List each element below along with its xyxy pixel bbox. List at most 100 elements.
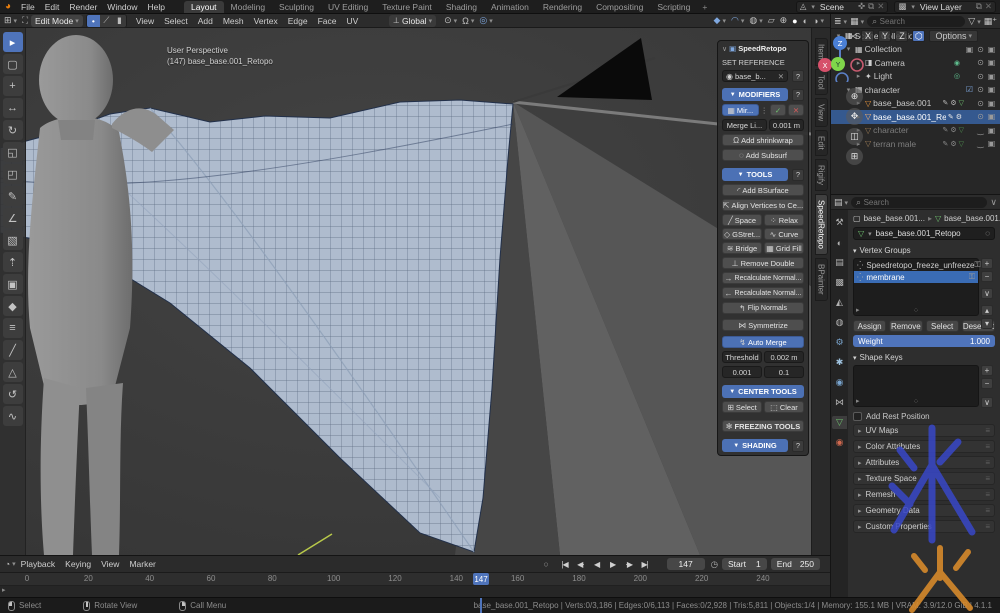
hide-viewport-toggle[interactable]: ⊙ <box>975 112 986 121</box>
move-group-up-button[interactable]: ▴ <box>981 305 993 316</box>
timeline-track[interactable]: ▸ <box>0 586 830 597</box>
blender-logo-icon[interactable]: ◕ <box>5 1 11 12</box>
view-layer-selector[interactable]: ▩▾ View Layer ⧉ ✕ <box>894 1 996 13</box>
shading-header-button[interactable]: ▼SHADING <box>722 439 788 452</box>
vertex-group-name[interactable]: Speedretopo_freeze_unfreeze <box>866 261 974 270</box>
symmetrize-button[interactable]: ⋈Symmetrize <box>722 319 804 331</box>
fake-user-icon[interactable]: ◌ <box>985 229 990 238</box>
list-filter-icon[interactable]: ▸ <box>856 397 860 405</box>
workspace-tab[interactable]: UV Editing <box>321 1 375 13</box>
shading-solid-button[interactable]: ● <box>792 16 797 26</box>
list-filter-icon[interactable]: ▸ <box>856 306 860 314</box>
relax-button[interactable]: ⁘Relax <box>764 214 804 226</box>
cursor-tool[interactable]: + <box>3 76 23 96</box>
outliner-item-label[interactable]: character <box>873 125 940 135</box>
viewport-menu-item[interactable]: Face <box>313 16 342 26</box>
remove-shape-key-button[interactable]: − <box>981 378 993 389</box>
resize-grip-icon[interactable]: ⁘ <box>913 306 920 315</box>
jump-end-button[interactable]: ▶| <box>637 558 653 571</box>
hide-viewport-toggle[interactable]: ‿ <box>975 126 986 135</box>
space-button[interactable]: ╱Space <box>722 214 762 226</box>
properties-search[interactable]: ⌕ <box>851 197 987 208</box>
close-icon[interactable]: ✕ <box>985 1 992 12</box>
timeline-menu-item[interactable]: Playback <box>16 559 61 569</box>
disable-render-toggle[interactable]: ▣ <box>986 139 997 148</box>
freezing-tools-header-button[interactable]: ✻FREEZING TOOLS <box>722 420 804 432</box>
align-vertices-button[interactable]: ⇱Align Vertices to Ce... <box>722 199 804 211</box>
overlays-button[interactable]: ◍▾ <box>749 15 762 26</box>
collapsed-section-header[interactable]: ▸ Custom Properties ≡ <box>853 520 995 533</box>
tweak-tool[interactable]: ▸ <box>3 32 23 52</box>
tab-world[interactable]: ◍ <box>832 316 847 329</box>
help-button[interactable]: ? <box>792 440 804 452</box>
lock-icon[interactable]: ⚿ <box>974 260 980 270</box>
orientation-dropdown[interactable]: ⟂Global▾ <box>389 15 436 27</box>
grid-fill-button[interactable]: ▦Grid Fill <box>764 242 804 254</box>
knife-tool[interactable]: ╱ <box>3 340 23 360</box>
exclude-checkbox[interactable]: ☑ <box>964 85 975 94</box>
recalc-normals-out-button[interactable]: →Recalculate Normal... <box>722 272 804 284</box>
disable-render-toggle[interactable]: ▣ <box>986 58 997 67</box>
shape-keys-section-header[interactable]: ▾ Shape Keys <box>853 353 995 362</box>
remove-double-button[interactable]: ⊥Remove Double <box>722 257 804 269</box>
copy-icon[interactable]: ⧉ <box>868 1 874 12</box>
perspective-toggle-button[interactable]: ⊞ <box>846 148 863 165</box>
menu-item[interactable]: File <box>16 2 40 12</box>
remove-vertex-group-button[interactable]: − <box>981 271 993 282</box>
select-box-tool[interactable]: ▢ <box>3 54 23 74</box>
workspace-tab[interactable]: Shading <box>439 1 484 13</box>
expand-summary-icon[interactable]: ▸ <box>2 586 6 594</box>
mirror-z-button[interactable]: Z <box>895 30 908 42</box>
help-button[interactable]: ? <box>792 70 804 82</box>
viewport-menu-item[interactable]: Add <box>193 16 218 26</box>
disable-render-toggle[interactable]: ▣ <box>986 126 997 135</box>
options-chevron-icon[interactable]: ∨ <box>990 197 997 208</box>
hide-viewport-toggle[interactable]: ⊙ <box>975 72 986 81</box>
bevel-tool[interactable]: ◆ <box>3 296 23 316</box>
drag-grip-icon[interactable]: ≡ <box>985 474 990 483</box>
object-data-field[interactable]: ▽ ▾ base_base.001_Retopo ◌ <box>853 227 995 240</box>
vertex-groups-section-header[interactable]: ▾ Vertex Groups <box>853 246 995 255</box>
collapsed-section-header[interactable]: ▸ Attributes ≡ <box>853 456 995 469</box>
face-select-mode-button[interactable]: ▮ <box>113 15 126 27</box>
disable-render-toggle[interactable]: ▣ <box>986 45 997 54</box>
help-button[interactable]: ? <box>792 169 804 181</box>
edge-select-mode-button[interactable]: ⟋ <box>100 15 113 27</box>
snap-toggle-button[interactable]: Ω▾ <box>462 16 474 26</box>
xray-toggle-button[interactable]: ▱ <box>768 15 775 26</box>
next-keyframe-button[interactable]: ·▶ <box>621 558 637 571</box>
tab-view-layer[interactable]: ▩ <box>832 276 847 289</box>
frame-end-field[interactable]: End250 <box>771 558 820 570</box>
breadcrumb-object[interactable]: base_base.001... <box>864 214 925 223</box>
drag-grip-icon[interactable]: ≡ <box>985 506 990 515</box>
add-vertex-group-button[interactable]: + <box>981 258 993 269</box>
shading-wireframe-button[interactable]: ⊕ <box>780 15 788 26</box>
add-workspace-button[interactable]: + <box>697 2 712 12</box>
snap-target-button[interactable]: ⬡ <box>912 30 925 42</box>
vertex-select-mode-button[interactable]: • <box>87 15 100 27</box>
hide-viewport-toggle[interactable]: ⊙ <box>975 99 986 108</box>
tools-header-button[interactable]: ▼TOOLS <box>722 168 788 181</box>
move-tool[interactable]: ↔ <box>3 98 23 118</box>
new-collection-button[interactable]: ▦⁺ <box>984 16 997 27</box>
rotate-tool[interactable]: ↻ <box>3 120 23 140</box>
clear-reference-icon[interactable]: ✕ <box>778 72 784 81</box>
disable-render-toggle[interactable]: ▣ <box>986 112 997 121</box>
mode-dropdown[interactable]: Edit Mode▾ <box>31 15 83 27</box>
add-subsurf-button[interactable]: ◌Add Subsurf <box>722 149 804 161</box>
shape-key-specials-button[interactable]: ∨ <box>981 397 993 408</box>
viewport-menu-item[interactable]: View <box>131 16 159 26</box>
tab-output[interactable]: ▤ <box>832 256 847 269</box>
pivot-point-button[interactable]: ⊙▾ <box>444 15 457 26</box>
workspace-tab[interactable]: Scripting <box>650 1 697 13</box>
falloff-button[interactable]: ◠▾ <box>731 15 744 26</box>
3d-viewport[interactable]: User Perspective (147) base_base.001_Ret… <box>0 28 830 555</box>
shading-material-button[interactable]: ◐ <box>803 16 808 26</box>
ntab-speedretopo[interactable]: SpeedRetopo <box>815 194 828 255</box>
tab-object-data[interactable]: ▽ <box>832 416 847 429</box>
viewport-menu-item[interactable]: Select <box>159 16 193 26</box>
workspace-tab[interactable]: Sculpting <box>272 1 321 13</box>
delete-modifier-button[interactable]: ✕ <box>788 104 804 116</box>
select-button[interactable]: Select <box>926 320 959 332</box>
outliner-item-label[interactable]: Collection <box>865 44 958 54</box>
